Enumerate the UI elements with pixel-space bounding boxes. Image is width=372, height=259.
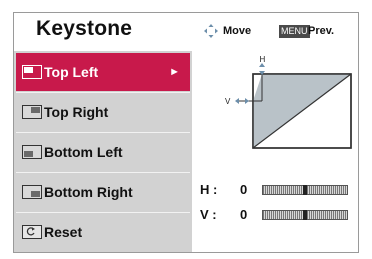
h-value-label: H : [200,182,218,197]
keystone-osd-menu: Keystone Move MENU Prev. Top Left ► Top … [13,12,359,253]
menu-header: Keystone Move MENU Prev. [14,13,358,51]
reset-icon [22,225,42,239]
corner-top-right-icon [22,105,42,119]
menu-item-top-right[interactable]: Top Right [16,93,190,131]
v-slider[interactable] [262,210,348,220]
keystone-shape-diagram: H V [225,55,352,149]
move-hint-label: Move [223,25,252,37]
v-marker-label: V [225,97,231,106]
v-value: 0 [240,207,248,222]
prev-hint-label: Prev. [308,25,335,37]
h-value: 0 [240,182,248,197]
corner-bottom-right-icon [22,185,42,199]
keystone-option-list: Top Left ► Top Right Bottom Left Bottom … [14,51,192,252]
v-value-label: V : [200,207,217,222]
h-slider-knob[interactable] [303,185,307,195]
menu-item-label: Reset [44,224,83,240]
menu-item-label: Bottom Left [44,144,123,160]
keystone-preview-panel: H V H : 0 V : 0 [194,51,358,252]
menu-title: Keystone [36,17,133,40]
selected-arrow-icon: ► [169,66,180,78]
corner-bottom-left-icon [22,145,42,159]
menu-item-bottom-left[interactable]: Bottom Left [16,133,190,171]
menu-key-badge: MENU [279,25,310,38]
four-way-arrow-icon [204,24,218,38]
menu-item-top-left[interactable]: Top Left ► [16,53,190,91]
menu-item-bottom-right[interactable]: Bottom Right [16,173,190,211]
h-marker-label: H [260,55,266,64]
corner-top-left-icon [22,65,42,79]
v-slider-knob[interactable] [303,210,307,220]
h-slider[interactable] [262,185,348,195]
menu-item-label: Top Left [44,64,99,80]
menu-item-reset[interactable]: Reset [16,213,190,251]
menu-item-label: Top Right [44,104,109,120]
menu-item-label: Bottom Right [44,184,133,200]
